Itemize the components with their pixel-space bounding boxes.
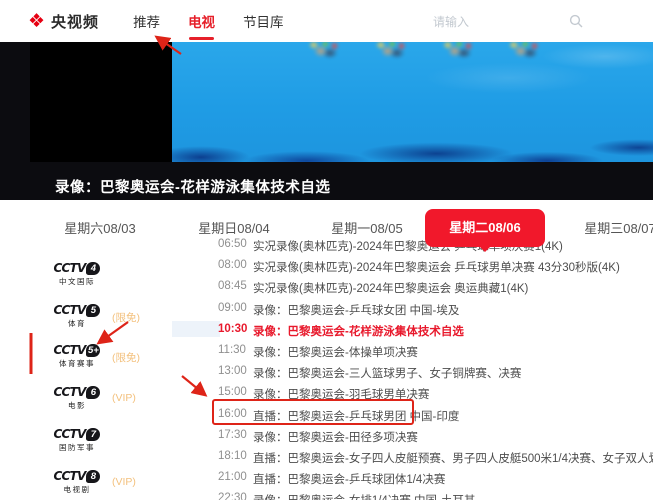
cctv4-logo-icon: CCTV 4 xyxy=(46,261,108,275)
date-tab-2[interactable]: 星期一08/05 xyxy=(307,218,427,237)
channel-caption: 体育赛事 xyxy=(59,359,95,368)
program-time: 15:00 xyxy=(218,386,247,399)
channel-caption: 电视剧 xyxy=(63,485,91,494)
schedule-row[interactable]: 21:00 直播：巴黎奥运会-乒乓球团体1/4决赛 xyxy=(218,471,445,487)
top-header: ❖ 央视频 推荐 电视 节目库 请输入 xyxy=(0,0,653,42)
swimmer-figure xyxy=(500,42,546,59)
cctv5-logo-icon: CCTV 5 xyxy=(46,303,108,317)
channel-item-cctv8[interactable]: CCTV 8 电视剧 (VIP) xyxy=(0,469,180,495)
cctv6-logo-icon: CCTV 6 xyxy=(46,385,108,399)
channel-caption: 电影 xyxy=(68,401,86,410)
main-nav: 推荐 电视 节目库 xyxy=(133,11,284,40)
channel-caption: 中文国际 xyxy=(59,277,95,286)
schedule-row[interactable]: 15:00 录像：巴黎奥运会-羽毛球男单决赛 xyxy=(218,386,429,402)
schedule-row-live-annotated[interactable]: 16:00 直播：巴黎奥运会-乒乓球男团 中国-印度 xyxy=(218,408,459,424)
nav-item-1[interactable]: 电视 xyxy=(188,11,215,40)
video-player: 录像：巴黎奥运会-花样游泳集体技术自选 xyxy=(0,42,653,200)
channel-item-cctv7[interactable]: CCTV 7 国防军事 xyxy=(0,427,180,453)
now-playing-title: 录像：巴黎奥运会-花样游泳集体技术自选 xyxy=(55,180,331,196)
search-icon[interactable] xyxy=(569,14,583,28)
program-time: 17:30 xyxy=(218,428,247,441)
site-logo-text: 央视频 xyxy=(51,13,100,31)
program-title: 直播：巴黎奥运会-乒乓球男团 中国-印度 xyxy=(253,410,460,423)
nav-item-2[interactable]: 节目库 xyxy=(243,11,284,31)
arrow-to-live-row xyxy=(181,375,208,397)
program-title: 录像：巴黎奥运会-田径多项决赛 xyxy=(253,431,418,444)
channel-item-cctv5[interactable]: CCTV 5 体育 (限免) xyxy=(0,303,180,329)
cctv7-logo-icon: CCTV 7 xyxy=(46,427,108,441)
schedule-row[interactable]: 08:45 实况录像(奥林匹克)-2024年巴黎奥运会 奥运典藏1(4K) xyxy=(218,280,528,296)
nav-item-0[interactable]: 推荐 xyxy=(133,11,160,31)
program-title: 录像：巴黎奥运会-体操单项决赛 xyxy=(253,347,418,359)
program-time: 08:45 xyxy=(218,280,247,293)
program-title: 实况录像(奥林匹克)-2024年巴黎奥运会 乒乓球男单决赛 43分30秒版(4K… xyxy=(253,262,620,275)
channel-tag: (VIP) xyxy=(112,392,136,404)
schedule-row[interactable]: 17:30 录像：巴黎奥运会-田径多项决赛 xyxy=(218,429,418,445)
program-title: 录像：巴黎奥运会-三人篮球男子、女子铜牌赛、决赛 xyxy=(253,368,522,381)
schedule-row-current[interactable]: 10:30 录像：巴黎奥运会-花样游泳集体技术自选 xyxy=(218,323,464,339)
site-logo[interactable]: ❖ 央视频 xyxy=(28,11,99,32)
video-frame[interactable] xyxy=(172,42,653,162)
program-time: 13:00 xyxy=(218,365,247,378)
schedule-row[interactable]: 08:00 实况录像(奥林匹克)-2024年巴黎奥运会 乒乓球男单决赛 43分30… xyxy=(218,259,620,275)
player-letterbox xyxy=(30,42,172,162)
channel-tag: (VIP) xyxy=(112,476,136,488)
program-title: 录像：巴黎奥运会-女排1/4决赛 中国-土耳其 xyxy=(253,492,475,500)
channel-tag: (限免) xyxy=(112,312,140,324)
program-time: 09:00 xyxy=(218,301,247,314)
schedule-row[interactable]: 18:10 直播：巴黎奥运会-女子四人皮艇预赛、男子四人皮艇500米1/4决赛、女… xyxy=(218,450,653,466)
schedule-row[interactable]: 11:30 录像：巴黎奥运会-体操单项决赛 xyxy=(218,344,418,360)
program-time: 18:10 xyxy=(218,450,247,462)
cctv8-logo-icon: CCTV 8 xyxy=(46,469,108,483)
channel-item-cctv5+[interactable]: CCTV 5+ 体育赛事 (限免) xyxy=(0,343,180,369)
date-tab-1[interactable]: 星期日08/04 xyxy=(174,218,294,237)
program-title: 录像：巴黎奥运会-羽毛球男单决赛 xyxy=(253,389,430,402)
channel-item-cctv6[interactable]: CCTV 6 电影 (VIP) xyxy=(0,385,180,411)
date-tab-0[interactable]: 星期六08/03 xyxy=(40,218,160,237)
swimmer-figure xyxy=(434,42,480,59)
program-time: 11:30 xyxy=(218,344,246,356)
channel-item-cctv4[interactable]: CCTV 4 中文国际 xyxy=(0,261,180,287)
program-time: 16:00 xyxy=(218,407,247,420)
channel-caption: 体育 xyxy=(68,319,86,328)
channel-tag: (限免) xyxy=(112,352,140,364)
current-row-highlight xyxy=(172,321,220,337)
swimmer-figure xyxy=(367,42,413,59)
schedule-row[interactable]: 22:30 录像：巴黎奥运会-女排1/4决赛 中国-土耳其 xyxy=(218,492,475,500)
schedule-row[interactable]: 09:00 录像：巴黎奥运会-乒乓球女团 中国-埃及 xyxy=(218,302,459,318)
program-time: 06:50 xyxy=(218,238,247,250)
program-time: 21:00 xyxy=(218,471,247,484)
date-tab-4[interactable]: 星期三08/07 xyxy=(560,218,653,237)
swimmer-figure xyxy=(300,42,346,59)
search-box[interactable]: 请输入 xyxy=(433,13,583,30)
cctv5+-logo-icon: CCTV 5+ xyxy=(53,343,101,357)
date-tab-3[interactable]: 星期二08/06 xyxy=(425,209,545,252)
program-title: 实况录像(奥林匹克)-2024年巴黎奥运会 奥运典藏1(4K) xyxy=(253,283,529,296)
program-time: 22:30 xyxy=(218,492,247,500)
program-time: 10:30 xyxy=(218,322,248,335)
program-title: 录像：巴黎奥运会-花样游泳集体技术自选 xyxy=(253,325,464,338)
program-title: 直播：巴黎奥运会-乒乓球团体1/4决赛 xyxy=(253,474,446,487)
search-input[interactable]: 请输入 xyxy=(433,13,469,30)
channel-caption: 国防军事 xyxy=(59,443,95,452)
program-title: 直播：巴黎奥运会-女子四人皮艇预赛、男子四人皮艇500米1/4决赛、女子双人划艇… xyxy=(253,453,653,465)
program-time: 08:00 xyxy=(218,259,247,272)
cctv-video-logo-icon: ❖ xyxy=(28,10,46,32)
program-title: 录像：巴黎奥运会-乒乓球女团 中国-埃及 xyxy=(253,304,460,317)
schedule-row[interactable]: 13:00 录像：巴黎奥运会-三人篮球男子、女子铜牌赛、决赛 xyxy=(218,365,521,381)
